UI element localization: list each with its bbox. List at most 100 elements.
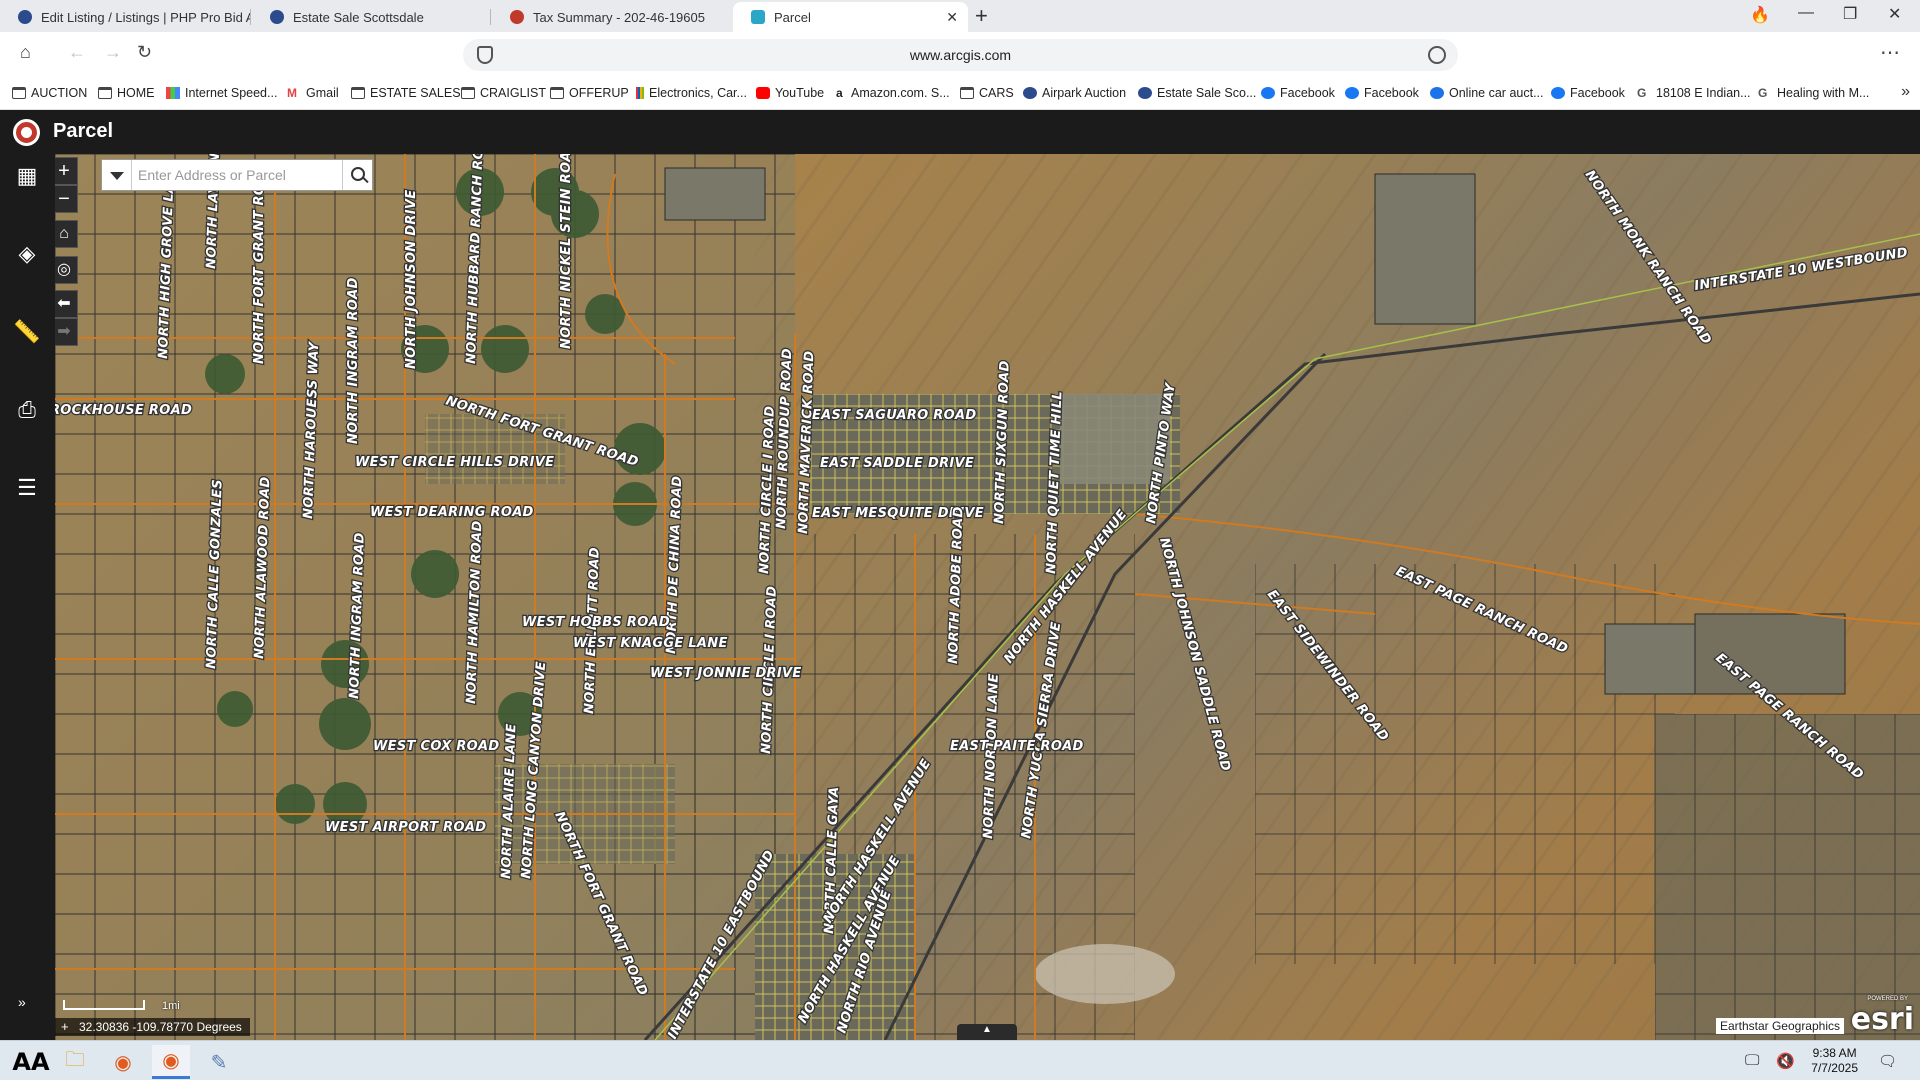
bookmark-home[interactable]: HOME xyxy=(98,86,155,100)
tab-separator xyxy=(250,9,251,25)
duckduckgo-icon[interactable]: ◉ xyxy=(104,1045,142,1079)
road-label: NORTH INGRAM ROAD xyxy=(346,277,361,444)
print-icon[interactable]: ⎙ xyxy=(13,396,41,424)
tab-title: Parcel xyxy=(774,9,811,25)
next-extent-icon[interactable]: ➡ xyxy=(55,318,78,346)
more-bookmarks-icon[interactable]: » xyxy=(1901,83,1910,101)
close-window-icon[interactable]: ✕ xyxy=(1888,4,1901,24)
road-label: EAST SAGUARO ROAD xyxy=(812,408,976,423)
bookmark-indian[interactable]: G 18108 E Indian... xyxy=(1637,86,1751,100)
bookmark-facebook-3[interactable]: Facebook xyxy=(1551,86,1625,100)
tax-favicon-icon xyxy=(510,10,524,24)
bookmark-healing[interactable]: G Healing with M... xyxy=(1758,86,1869,100)
bookmark-online-car-auction[interactable]: Online car auct... xyxy=(1430,86,1544,100)
locate-icon[interactable]: ◎ xyxy=(55,256,78,284)
bookmark-facebook-1[interactable]: Facebook xyxy=(1261,86,1335,100)
network-icon[interactable]: 🖵 xyxy=(1745,1052,1759,1069)
menu-dots-icon[interactable]: ⋯ xyxy=(1880,40,1900,65)
duckduckgo-active-icon[interactable]: ◉ xyxy=(152,1045,190,1079)
expand-attribute-table-icon[interactable]: ▲ xyxy=(957,1024,1017,1040)
map-view[interactable]: NORTH HIGH GROVE LANE NORTH LAYTON NORTH… xyxy=(55,154,1920,1040)
close-tab-icon[interactable]: ✕ xyxy=(946,9,958,26)
bookmark-craiglist[interactable]: CRAIGLIST xyxy=(461,86,546,100)
reader-mode-icon[interactable] xyxy=(1428,46,1446,64)
parcel-block xyxy=(1374,173,1476,325)
tab-tax-summary[interactable]: Tax Summary - 202-46-19605 xyxy=(492,2,730,32)
search-icon[interactable] xyxy=(342,160,372,190)
road-label: NORTH NICKEL STEIN ROAD xyxy=(559,154,574,349)
app-pinned-icon[interactable]: ✎ xyxy=(200,1045,238,1079)
home-extent-icon[interactable]: ⌂ xyxy=(55,220,78,248)
tab-edit-listing[interactable]: Edit Listing / Listings | PHP Pro Bid A xyxy=(0,2,250,32)
esri-logo[interactable]: esri xyxy=(1851,1002,1914,1037)
bookmark-internet-speed[interactable]: Internet Speed... xyxy=(166,86,277,100)
reload-icon[interactable]: ↻ xyxy=(137,42,152,63)
road-label: EAST PAITE ROAD xyxy=(950,739,1084,754)
site-icon xyxy=(1430,87,1444,99)
search-source-dropdown-icon[interactable] xyxy=(102,160,132,190)
road-label: NORTH JOHNSON DRIVE xyxy=(404,190,419,369)
facebook-icon xyxy=(1551,87,1565,99)
zoom-in-button[interactable]: + xyxy=(55,157,78,185)
start-icon[interactable]: AA xyxy=(12,1045,50,1079)
zoom-out-button[interactable]: − xyxy=(55,185,78,213)
measure-ruler-icon[interactable]: 📏 xyxy=(13,318,41,346)
bookmark-offerup[interactable]: OFFERUP xyxy=(550,86,629,100)
bookmark-auction[interactable]: AUCTION xyxy=(12,86,87,100)
bookmark-youtube[interactable]: YouTube xyxy=(756,86,824,100)
bookmark-electronics[interactable]: Electronics, Car... xyxy=(636,86,747,100)
bookmark-gmail[interactable]: M Gmail xyxy=(287,86,339,100)
minimize-icon[interactable]: — xyxy=(1798,4,1814,22)
bookmark-label: Facebook xyxy=(1570,86,1625,100)
layers-icon[interactable]: ◈ xyxy=(13,240,41,268)
bookmark-estate-sales[interactable]: ESTATE SALES xyxy=(351,86,461,100)
file-explorer-icon[interactable]: 🗀 xyxy=(56,1045,94,1079)
bookmark-label: Electronics, Car... xyxy=(649,86,747,100)
browser-tab-strip: Edit Listing / Listings | PHP Pro Bid A … xyxy=(0,0,1920,32)
home-icon[interactable]: ⌂ xyxy=(20,42,31,63)
folder-icon xyxy=(351,87,365,99)
parcel-block xyxy=(1694,613,1846,695)
apps-grid-icon[interactable]: ▦ xyxy=(13,162,41,190)
bookmark-estate-sale-sco[interactable]: Estate Sale Sco... xyxy=(1138,86,1256,100)
bookmark-cars[interactable]: CARS xyxy=(960,86,1014,100)
url-text[interactable]: www.arcgis.com xyxy=(463,47,1458,63)
folder-icon xyxy=(960,87,974,99)
volume-muted-icon[interactable]: 🔇 xyxy=(1776,1052,1795,1070)
back-icon[interactable]: ← xyxy=(68,42,86,63)
bookmark-label: YouTube xyxy=(775,86,825,100)
notifications-icon[interactable]: 🗨 xyxy=(1878,1052,1897,1070)
clock[interactable]: 9:38 AM 7/7/2025 xyxy=(1811,1046,1858,1076)
search-input[interactable] xyxy=(138,160,338,190)
road-label: ROCKHOUSE ROAD xyxy=(55,403,192,418)
app-logo-icon xyxy=(13,119,40,146)
bookmark-amazon[interactable]: a Amazon.com. S... xyxy=(836,86,950,100)
road-label: EAST SADDLE DRIVE xyxy=(820,456,974,471)
site-favicon-icon xyxy=(270,10,284,24)
clock-time: 9:38 AM xyxy=(1812,1046,1857,1060)
bookmark-label: Facebook xyxy=(1280,86,1335,100)
bookmark-label: 18108 E Indian... xyxy=(1656,86,1751,100)
bookmark-label: Online car auct... xyxy=(1449,86,1544,100)
bookmark-label: CARS xyxy=(979,86,1014,100)
new-tab-icon[interactable]: + xyxy=(975,3,988,29)
app-header: Parcel xyxy=(0,110,1920,154)
address-bar[interactable]: www.arcgis.com xyxy=(463,39,1458,71)
restore-icon[interactable]: ❐ xyxy=(1843,4,1857,24)
parcel-block xyxy=(664,167,766,221)
expand-panel-icon[interactable]: » xyxy=(18,994,26,1010)
bookmark-label: Airpark Auction xyxy=(1042,86,1127,100)
tab-estate-sale[interactable]: Estate Sale Scottsdale xyxy=(252,2,490,32)
app-title: Parcel xyxy=(53,120,114,142)
bookmark-facebook-2[interactable]: Facebook xyxy=(1345,86,1419,100)
legend-list-icon[interactable]: ☰ xyxy=(13,474,41,502)
forward-icon[interactable]: → xyxy=(104,42,122,63)
tab-title: Edit Listing / Listings | PHP Pro Bid A xyxy=(41,9,250,25)
previous-extent-icon[interactable]: ⬅ xyxy=(55,290,78,318)
tab-title: Estate Sale Scottsdale xyxy=(293,9,424,25)
road-label: WEST KNAGGE LANE xyxy=(573,636,728,651)
flame-icon[interactable]: 🔥 xyxy=(1750,5,1770,25)
dry-lakebed xyxy=(1035,944,1175,1004)
tab-parcel[interactable]: Parcel ✕ xyxy=(733,2,968,32)
bookmark-airpark-auction[interactable]: Airpark Auction xyxy=(1023,86,1126,100)
